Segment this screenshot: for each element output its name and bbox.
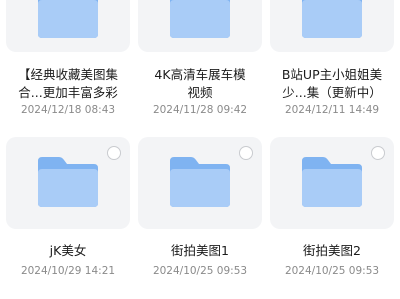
- folder-title-line2[interactable]: 视频: [134, 84, 266, 102]
- folder-card[interactable]: [6, 137, 130, 229]
- folder-card[interactable]: [6, 0, 130, 52]
- folder-title[interactable]: 4K高清车展车模: [134, 66, 266, 84]
- folder-card[interactable]: [270, 137, 394, 229]
- folder-card[interactable]: [138, 137, 262, 229]
- folder-title-line2[interactable]: 合...更加丰富多彩: [2, 84, 134, 102]
- folder-icon: [167, 0, 233, 40]
- folder-title[interactable]: 【经典收藏美图集: [2, 66, 134, 84]
- folder-grid: 【经典收藏美图集 合...更加丰富多彩 2024/12/18 08:43 4K高…: [0, 0, 400, 299]
- folder-title[interactable]: jK美女: [2, 242, 134, 260]
- folder-date: 2024/10/29 14:21: [20, 265, 116, 277]
- folder-date: 2024/12/11 14:49: [284, 104, 380, 116]
- select-checkbox[interactable]: [239, 146, 253, 160]
- folder-icon: [299, 155, 365, 209]
- folder-icon: [35, 0, 101, 40]
- folder-date: 2024/10/25 09:53: [284, 265, 380, 277]
- select-checkbox[interactable]: [371, 146, 385, 160]
- folder-card[interactable]: [270, 0, 394, 52]
- folder-title-line2[interactable]: 少...集（更新中）: [266, 84, 398, 102]
- folder-icon: [167, 155, 233, 209]
- folder-title[interactable]: 街拍美图1: [134, 242, 266, 260]
- folder-title[interactable]: 街拍美图2: [266, 242, 398, 260]
- folder-icon: [299, 0, 365, 40]
- folder-date: 2024/11/28 09:42: [152, 104, 248, 116]
- select-checkbox[interactable]: [107, 146, 121, 160]
- folder-date: 2024/12/18 08:43: [20, 104, 116, 116]
- folder-icon: [35, 155, 101, 209]
- folder-title[interactable]: B站UP主小姐姐美: [266, 66, 398, 84]
- folder-date: 2024/10/25 09:53: [152, 265, 248, 277]
- folder-card[interactable]: [138, 0, 262, 52]
